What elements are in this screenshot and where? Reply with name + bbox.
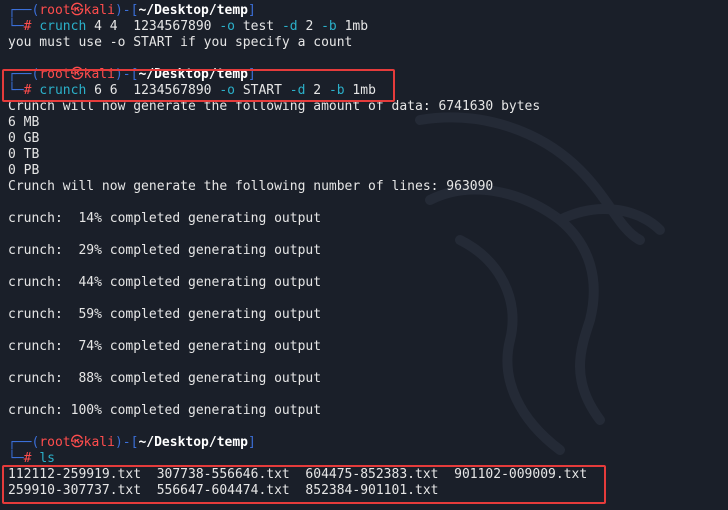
prompt-user: root — [39, 67, 71, 82]
prompt-line: ┌──(root㉿kali)-[~/Desktop/temp] — [8, 3, 728, 19]
prompt-hash: # — [23, 19, 32, 34]
progress-line: crunch: 100% completed generating output — [8, 403, 322, 418]
ls-output-row: 112112-259919.txt 307738-556646.txt 6044… — [8, 467, 588, 482]
output-line: 0 GB — [8, 131, 40, 146]
prompt-open: ┌──( — [8, 435, 40, 450]
command-name: crunch — [39, 83, 87, 98]
skull-icon: ㉿ — [70, 67, 84, 82]
progress-line: crunch: 88% completed generating output — [8, 371, 322, 386]
command-args: 6 6 1234567890 — [86, 83, 220, 98]
prompt-line: ┌──(root㉿kali)-[~/Desktop/temp] — [8, 67, 728, 83]
command-option: -o — [219, 19, 235, 34]
skull-icon: ㉿ — [70, 435, 84, 450]
ls-output-row: 259910-307737.txt 556647-604474.txt 8523… — [8, 483, 439, 498]
prompt-host: kali — [83, 435, 115, 450]
command-line: └─# crunch 6 6 1234567890 -o START -d 2 … — [8, 83, 728, 99]
progress-line: crunch: 29% completed generating output — [8, 243, 322, 258]
prompt-open: ┌──( — [8, 3, 40, 18]
prompt-close: ] — [248, 67, 256, 82]
progress-line: crunch: 74% completed generating output — [8, 339, 322, 354]
prompt-path: ~/Desktop/temp — [138, 3, 249, 18]
command-args: START — [235, 83, 290, 98]
command-args: 1mb — [336, 19, 369, 34]
prompt-hash: # — [23, 451, 32, 466]
output-line: 0 TB — [8, 147, 40, 162]
command-name: crunch — [39, 19, 87, 34]
prompt-line: ┌──(root㉿kali)-[~/Desktop/temp] — [8, 435, 728, 451]
error-output: you must use -o START if you specify a c… — [8, 35, 353, 50]
prompt-hash: # — [23, 83, 32, 98]
prompt-mid: )-[ — [114, 435, 139, 450]
prompt-user: root — [39, 3, 71, 18]
command-args: 4 4 1234567890 — [86, 19, 220, 34]
prompt-mid: )-[ — [114, 3, 139, 18]
prompt-path: ~/Desktop/temp — [138, 67, 249, 82]
progress-line: crunch: 14% completed generating output — [8, 211, 322, 226]
command-name: ls — [39, 451, 55, 466]
prompt-arrow: └─ — [8, 83, 24, 98]
prompt-close: ] — [248, 435, 256, 450]
command-args: 1mb — [344, 83, 376, 98]
output-line: 6 MB — [8, 115, 40, 130]
command-option: -o — [219, 83, 235, 98]
prompt-arrow: └─ — [8, 451, 24, 466]
prompt-mid: )-[ — [114, 67, 139, 82]
prompt-open: ┌──( — [8, 67, 40, 82]
progress-line: crunch: 44% completed generating output — [8, 275, 322, 290]
command-option: -d — [289, 83, 306, 98]
command-line: └─# ls — [8, 451, 728, 467]
command-line: └─# crunch 4 4 1234567890 -o test -d 2 -… — [8, 19, 728, 35]
command-args: 2 — [305, 83, 329, 98]
skull-icon: ㉿ — [70, 3, 84, 18]
terminal[interactable]: ┌──(root㉿kali)-[~/Desktop/temp] └─# crun… — [8, 3, 728, 499]
prompt-host: kali — [83, 67, 115, 82]
output-line: 0 PB — [8, 163, 40, 178]
output-line: Crunch will now generate the following n… — [8, 179, 494, 194]
prompt-arrow: └─ — [8, 19, 24, 34]
progress-line: crunch: 59% completed generating output — [8, 307, 322, 322]
command-option: -b — [321, 19, 337, 34]
prompt-host: kali — [83, 3, 115, 18]
command-option: -d — [281, 19, 298, 34]
command-option: -b — [328, 83, 345, 98]
command-args: test — [235, 19, 282, 34]
prompt-close: ] — [248, 3, 256, 18]
prompt-path: ~/Desktop/temp — [138, 435, 249, 450]
prompt-user: root — [39, 435, 71, 450]
command-args: 2 — [297, 19, 322, 34]
output-line: Crunch will now generate the following a… — [8, 99, 541, 114]
